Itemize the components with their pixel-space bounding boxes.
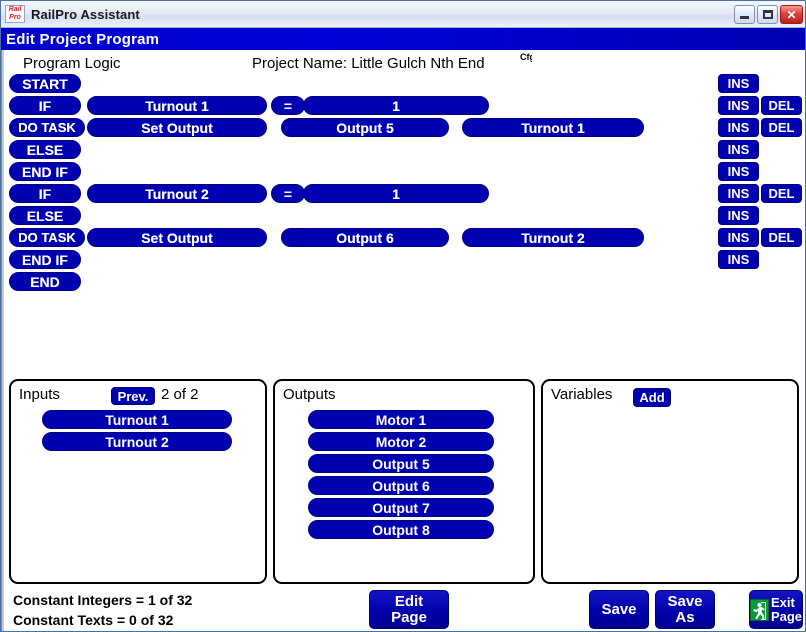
insert-row-button[interactable]: INS: [718, 228, 759, 247]
edit-page-button[interactable]: Edit Page: [369, 590, 449, 629]
close-icon: ✕: [786, 9, 796, 21]
insert-row-button[interactable]: INS: [718, 250, 759, 269]
program-operand-a[interactable]: Set Output: [87, 118, 267, 137]
output-item[interactable]: Motor 1: [308, 410, 494, 429]
delete-row-button[interactable]: DEL: [761, 184, 802, 203]
program-logic-list: STARTINSIFTurnout 1=1INSDELDO TASKSet Ou…: [1, 74, 806, 294]
page-header-bar: Edit Project Program: [1, 28, 806, 50]
insert-row-button[interactable]: INS: [718, 96, 759, 115]
program-operand-b[interactable]: 1: [303, 96, 489, 115]
program-operand-b[interactable]: Output 5: [281, 118, 449, 137]
program-row: END IF INS: [1, 162, 806, 184]
program-row: ELSE INS: [1, 206, 806, 228]
logo-line-2: Pro: [9, 14, 21, 22]
delete-row-button[interactable]: DEL: [761, 228, 802, 247]
program-keyword-button[interactable]: IF: [9, 96, 81, 115]
program-logic-label: Program Logic: [23, 55, 121, 72]
exit-line-2: Page: [771, 610, 802, 624]
program-row: START INS: [1, 74, 806, 96]
variables-panel: Variables: [541, 379, 799, 584]
page-title: Edit Project Program: [1, 31, 159, 48]
exit-page-button[interactable]: Exit Page: [749, 590, 803, 629]
program-keyword-button[interactable]: DO TASK: [9, 118, 85, 137]
inputs-page-count: 2 of 2: [161, 386, 199, 403]
insert-row-button[interactable]: INS: [718, 140, 759, 159]
program-row: ELSE INS: [1, 140, 806, 162]
program-keyword-button[interactable]: IF: [9, 184, 81, 203]
inputs-prev-button[interactable]: Prev.: [111, 387, 155, 405]
insert-row-button[interactable]: INS: [718, 74, 759, 93]
save-as-button[interactable]: Save As: [655, 590, 715, 629]
minimize-icon: [740, 16, 749, 19]
project-name-overflow: Cfg: [520, 53, 532, 75]
program-row: DO TASKSet Output Output 5 Turnout 1 INSDEL: [1, 118, 806, 140]
constant-integers-status: Constant Integers = 1 of 32: [13, 592, 192, 608]
program-operand-b[interactable]: 1: [303, 184, 489, 203]
program-operand-c[interactable]: Turnout 2: [462, 228, 644, 247]
program-row: END: [1, 272, 806, 294]
input-item[interactable]: Turnout 1: [42, 410, 232, 429]
maximize-icon: [763, 10, 773, 19]
output-item[interactable]: Output 5: [308, 454, 494, 473]
program-operand-c[interactable]: Turnout 1: [462, 118, 644, 137]
constant-texts-status: Constant Texts = 0 of 32: [13, 612, 173, 628]
output-item[interactable]: Output 8: [308, 520, 494, 539]
close-button[interactable]: ✕: [780, 5, 803, 24]
exit-page-labels: Exit Page: [771, 596, 802, 624]
variables-panel-title: Variables: [551, 386, 612, 403]
window-controls: ✕: [734, 5, 803, 24]
program-operator-button[interactable]: =: [271, 184, 305, 203]
insert-row-button[interactable]: INS: [718, 118, 759, 137]
application-window: Rail Pro RailPro Assistant ✕ Edit Projec…: [0, 0, 806, 632]
inputs-panel-title: Inputs: [19, 386, 60, 403]
edit-page-line-1: Edit: [391, 594, 427, 610]
railpro-logo-icon: Rail Pro: [5, 5, 25, 23]
program-row: IF Turnout 2=1 INSDEL: [1, 184, 806, 206]
exit-door-frame: [761, 602, 766, 620]
delete-row-button[interactable]: DEL: [761, 118, 802, 137]
save-button[interactable]: Save: [589, 590, 649, 629]
maximize-button[interactable]: [757, 5, 778, 24]
program-operand-b[interactable]: Output 6: [281, 228, 449, 247]
insert-row-button[interactable]: INS: [718, 162, 759, 181]
insert-row-button[interactable]: INS: [718, 184, 759, 203]
program-keyword-button[interactable]: ELSE: [9, 206, 81, 225]
delete-row-button[interactable]: DEL: [761, 96, 802, 115]
program-keyword-button[interactable]: START: [9, 74, 81, 93]
program-keyword-button[interactable]: END IF: [9, 250, 81, 269]
output-item[interactable]: Output 6: [308, 476, 494, 495]
program-keyword-button[interactable]: END: [9, 272, 81, 291]
project-name-label: Project Name: Little Gulch Nth End: [252, 55, 485, 72]
program-keyword-button[interactable]: ELSE: [9, 140, 81, 159]
variables-add-button[interactable]: Add: [633, 388, 671, 407]
program-keyword-button[interactable]: DO TASK: [9, 228, 85, 247]
title-bar: Rail Pro RailPro Assistant ✕: [1, 1, 806, 28]
output-item[interactable]: Motor 2: [308, 432, 494, 451]
program-operand-a[interactable]: Turnout 1: [87, 96, 267, 115]
program-row: END IF INS: [1, 250, 806, 272]
save-as-line-2: As: [667, 610, 702, 626]
exit-running-man-icon: [750, 599, 769, 621]
program-operand-a[interactable]: Turnout 2: [87, 184, 267, 203]
program-row: DO TASKSet Output Output 6 Turnout 2 INSDEL: [1, 228, 806, 250]
outputs-panel-title: Outputs: [283, 386, 336, 403]
program-operator-button[interactable]: =: [271, 96, 305, 115]
output-item[interactable]: Output 7: [308, 498, 494, 517]
insert-row-button[interactable]: INS: [718, 206, 759, 225]
save-as-line-1: Save: [667, 594, 702, 610]
program-keyword-button[interactable]: END IF: [9, 162, 81, 181]
window-title: RailPro Assistant: [31, 7, 140, 22]
program-row: IF Turnout 1=1 INSDEL: [1, 96, 806, 118]
program-operand-a[interactable]: Set Output: [87, 228, 267, 247]
edit-page-line-2: Page: [391, 610, 427, 626]
exit-line-1: Exit: [771, 596, 795, 610]
logo-line-1: Rail: [9, 6, 22, 14]
input-item[interactable]: Turnout 2: [42, 432, 232, 451]
minimize-button[interactable]: [734, 5, 755, 24]
